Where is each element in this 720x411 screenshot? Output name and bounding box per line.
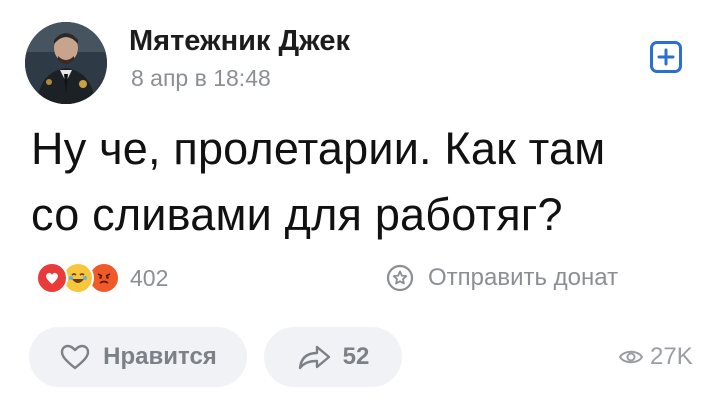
heart-outline-icon: [60, 344, 90, 370]
star-badge-icon: [386, 264, 414, 292]
add-button[interactable]: [650, 41, 682, 73]
share-count: 52: [342, 343, 370, 370]
send-donation-label: Отправить донат: [428, 264, 619, 291]
like-button[interactable]: Нравится: [29, 327, 247, 387]
like-label: Нравится: [103, 343, 217, 370]
reactions-summary[interactable]: 402: [36, 262, 168, 294]
views-count: 27K: [650, 343, 693, 370]
avatar-image: [25, 22, 107, 104]
eye-icon: [618, 350, 644, 364]
author-name[interactable]: Мятежник Джек: [129, 25, 350, 58]
post-text-line: Ну че, пролетарии. Как там: [31, 123, 606, 174]
heart-reaction-icon: [36, 262, 68, 294]
post-timestamp[interactable]: 8 апр в 18:48: [131, 65, 271, 92]
share-button[interactable]: 52: [264, 327, 402, 387]
post-text-line: со сливами для работяг?: [31, 189, 563, 240]
avatar[interactable]: [25, 22, 107, 104]
plus-icon: [657, 48, 675, 66]
reaction-count: 402: [130, 264, 169, 291]
share-arrow-icon: [298, 345, 330, 370]
send-donation-button[interactable]: Отправить донат: [386, 264, 618, 292]
post-text: Ну че, пролетарии. Как там со сливами дл…: [31, 116, 691, 248]
views-counter: 27K: [618, 343, 693, 371]
